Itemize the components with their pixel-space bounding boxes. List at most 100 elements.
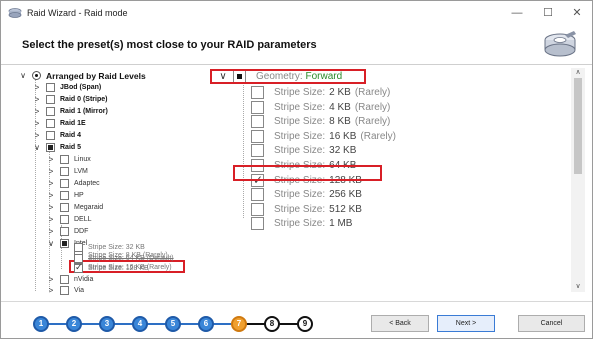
tree-node-raid1e[interactable]: > Raid 1E: [32, 118, 86, 129]
chevron-right-icon[interactable]: >: [46, 285, 56, 296]
tree-checkbox[interactable]: [60, 227, 69, 236]
stripe-size-checkbox[interactable]: [251, 202, 264, 216]
tree-checkbox[interactable]: [46, 119, 55, 128]
wizard-step[interactable]: 3: [99, 316, 115, 332]
stripe-size-option[interactable]: Stripe Size: 8 KB (Rarely): [251, 115, 390, 129]
tree-root-node[interactable]: ∨ Arranged by Raid Levels: [18, 70, 146, 81]
tree-node-label: LVM: [74, 168, 88, 175]
header-divider: [1, 64, 592, 65]
chevron-right-icon[interactable]: >: [46, 154, 56, 165]
tree-checkbox[interactable]: [60, 215, 69, 224]
chevron-right-icon[interactable]: >: [46, 178, 56, 189]
tree-checkbox[interactable]: [60, 286, 69, 295]
stripe-size-option[interactable]: Stripe Size: 1 MB: [251, 217, 352, 231]
close-button[interactable]: ✕: [567, 5, 587, 21]
chevron-right-icon[interactable]: >: [46, 274, 56, 285]
tree-checkbox[interactable]: [60, 275, 69, 284]
tree-node-jbod[interactable]: > JBod (Span): [32, 82, 101, 93]
wizard-step[interactable]: 5: [165, 316, 181, 332]
wizard-step[interactable]: 1: [33, 316, 49, 332]
maximize-button[interactable]: ☐: [538, 5, 558, 21]
wizard-step[interactable]: 4: [132, 316, 148, 332]
tree-checkbox[interactable]: [46, 131, 55, 140]
tree-node-intel-128kb[interactable]: Stripe Size: 128 KB: [70, 262, 149, 274]
stripe-size-checkbox[interactable]: [251, 217, 264, 231]
tree-node-intel-32kb[interactable]: Stripe Size: 32 KB: [70, 242, 145, 253]
next-button[interactable]: Next >: [437, 315, 495, 332]
tree-checkbox[interactable]: [60, 203, 69, 212]
tree-node-label: DDF: [74, 228, 89, 235]
chevron-right-icon[interactable]: >: [46, 214, 56, 225]
tree-checkbox[interactable]: [46, 83, 55, 92]
tree-node-label: Raid 1E: [60, 120, 86, 127]
stripe-size-option[interactable]: Stripe Size: 256 KB: [251, 188, 362, 202]
wizard-step[interactable]: 6: [198, 316, 214, 332]
chevron-right-icon[interactable]: >: [46, 202, 56, 213]
stripe-size-note: (Rarely): [360, 130, 396, 142]
chevron-right-icon[interactable]: >: [32, 94, 42, 105]
back-button[interactable]: < Back: [371, 315, 429, 332]
tree-checkbox[interactable]: [74, 262, 83, 273]
tree-checkbox[interactable]: [46, 107, 55, 116]
chevron-right-icon[interactable]: >: [46, 226, 56, 237]
minimize-button[interactable]: —: [507, 5, 527, 21]
chevron-down-icon[interactable]: ∨: [46, 238, 56, 249]
tree-checkbox[interactable]: [60, 179, 69, 188]
wizard-step[interactable]: 7: [231, 316, 247, 332]
cancel-button[interactable]: Cancel: [518, 315, 585, 332]
tree-node-adaptec[interactable]: > Adaptec: [46, 178, 100, 189]
tree-checkbox[interactable]: [46, 95, 55, 104]
tree-node-nvidia[interactable]: > nVidia: [46, 274, 93, 285]
tree-node-label: Stripe Size: 128 KB: [88, 265, 149, 272]
tree-node-via[interactable]: > Via: [46, 285, 84, 296]
root-radio[interactable]: [32, 71, 41, 80]
tree-node-linux[interactable]: > Linux: [46, 154, 91, 165]
tree-checkbox[interactable]: [46, 143, 55, 152]
stripe-size-checkbox[interactable]: [251, 144, 264, 158]
chevron-down-icon[interactable]: ∨: [32, 142, 42, 153]
stripe-size-checkbox[interactable]: [251, 86, 264, 99]
tree-node-raid0[interactable]: > Raid 0 (Stripe): [32, 94, 107, 105]
vertical-scrollbar[interactable]: ∧ ∨: [571, 68, 585, 292]
chevron-right-icon[interactable]: >: [32, 118, 42, 129]
wizard-step[interactable]: 8: [264, 316, 280, 332]
stripe-size-option[interactable]: Stripe Size: 32 KB: [251, 144, 356, 158]
wizard-step[interactable]: 9: [297, 316, 313, 332]
stripe-size-prefix: Stripe Size:: [274, 130, 326, 142]
tree-checkbox[interactable]: [60, 167, 69, 176]
chevron-right-icon[interactable]: >: [32, 106, 42, 117]
tree-node-lvm[interactable]: > LVM: [46, 166, 88, 177]
scroll-thumb[interactable]: [574, 78, 582, 174]
tree-node-raid1[interactable]: > Raid 1 (Mirror): [32, 106, 108, 117]
stripe-size-note: (Rarely): [354, 101, 391, 113]
scroll-down-icon[interactable]: ∨: [571, 282, 585, 292]
tree-node-ddf[interactable]: > DDF: [46, 226, 88, 237]
chevron-right-icon[interactable]: >: [46, 166, 56, 177]
stripe-size-checkbox[interactable]: [251, 115, 264, 129]
stripe-size-option[interactable]: Stripe Size: 2 KB (Rarely): [251, 86, 390, 99]
stripe-size-checkbox[interactable]: [251, 100, 264, 114]
chevron-down-icon[interactable]: ∨: [18, 70, 28, 81]
chevron-right-icon[interactable]: >: [32, 130, 42, 141]
tree-checkbox[interactable]: [60, 239, 69, 248]
tree-node-dell[interactable]: > DELL: [46, 214, 92, 225]
tree-checkbox[interactable]: [74, 243, 83, 252]
tree-checkbox[interactable]: [60, 191, 69, 200]
title-bar: Raid Wizard - Raid mode — ☐ ✕: [1, 1, 592, 25]
tree-node-raid5[interactable]: ∨ Raid 5: [32, 142, 81, 153]
stripe-size-checkbox[interactable]: [251, 188, 264, 202]
scroll-up-icon[interactable]: ∧: [571, 68, 585, 78]
tree-node-label: Linux: [74, 156, 91, 163]
chevron-right-icon[interactable]: >: [46, 190, 56, 201]
wizard-step[interactable]: 2: [66, 316, 82, 332]
chevron-right-icon[interactable]: >: [32, 82, 42, 93]
stripe-size-option[interactable]: Stripe Size: 512 KB: [251, 202, 362, 216]
stripe-size-option[interactable]: Stripe Size: 16 KB (Rarely): [251, 129, 396, 143]
tree-node-megaraid[interactable]: > Megaraid: [46, 202, 103, 213]
tree-node-hp[interactable]: > HP: [46, 190, 84, 201]
stripe-size-option[interactable]: Stripe Size: 4 KB (Rarely): [251, 100, 391, 114]
tree-node-raid4[interactable]: > Raid 4: [32, 130, 81, 141]
stripe-size-checkbox[interactable]: [251, 129, 264, 143]
tree-node-label: Megaraid: [74, 204, 104, 211]
tree-checkbox[interactable]: [60, 155, 69, 164]
